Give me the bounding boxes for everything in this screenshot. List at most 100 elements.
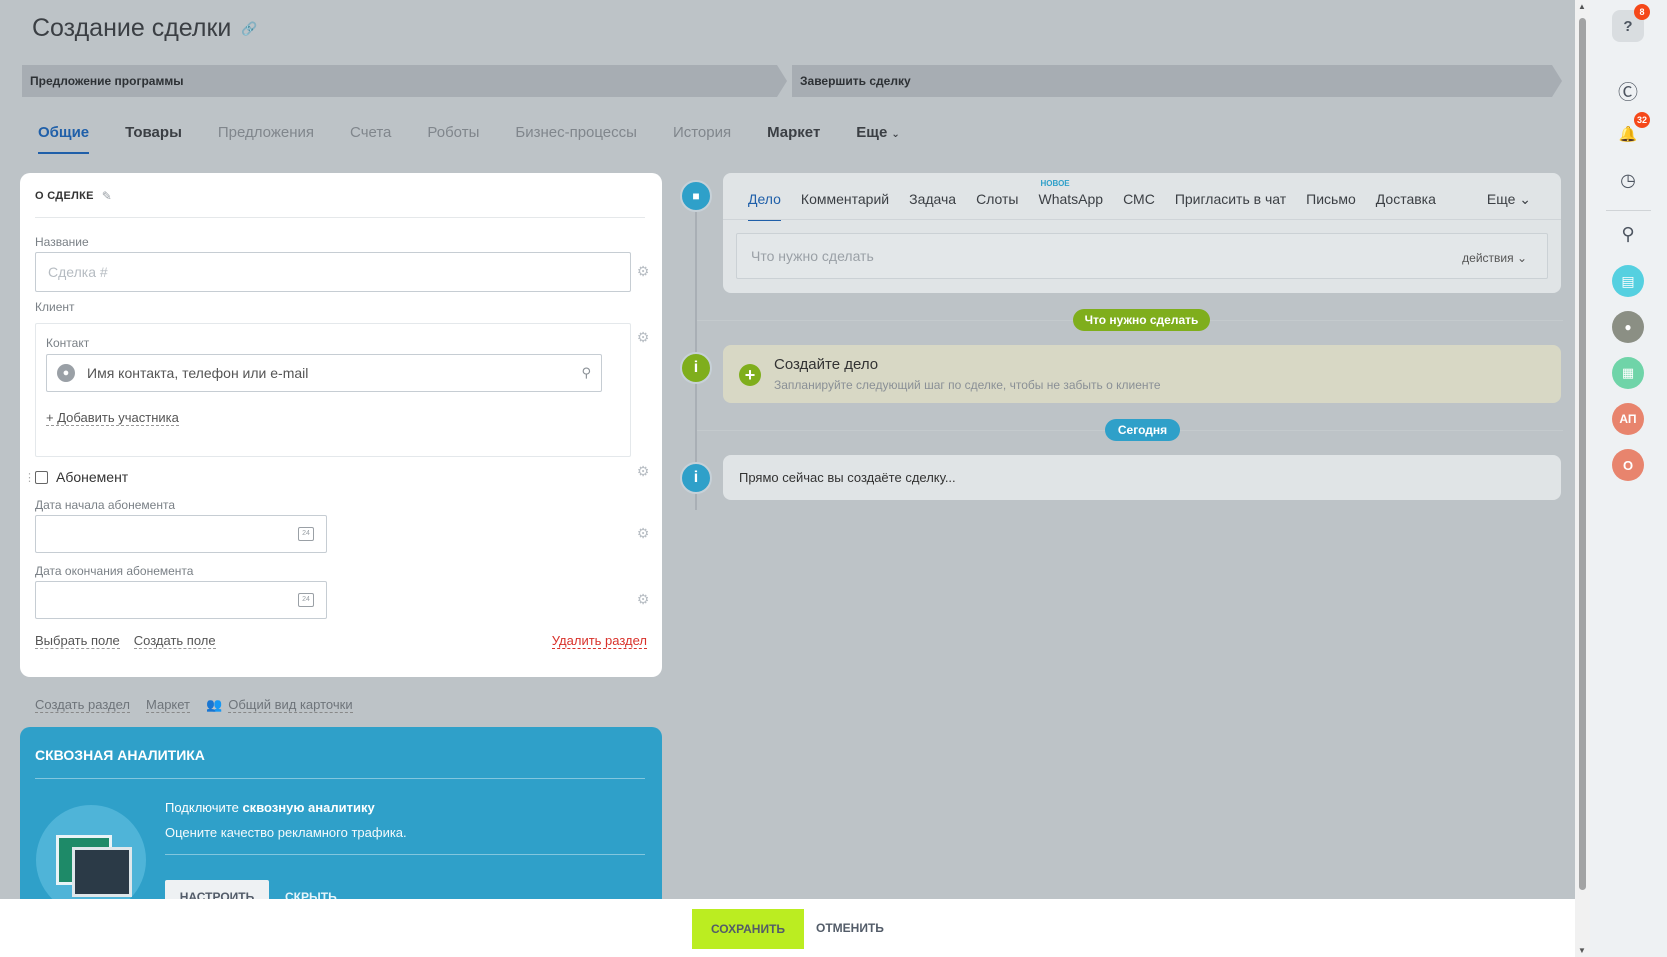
editor-tab-slots[interactable]: Слоты <box>976 191 1018 221</box>
gear-icon[interactable]: ⚙ <box>636 264 650 278</box>
start-date-label: Дата начала абонемента <box>35 498 175 512</box>
chat-list-icon[interactable]: ◷ <box>1612 164 1644 196</box>
subscription-checkbox-row[interactable]: Абонемент <box>35 469 128 485</box>
right-sidebar: ? 8 Ⓒ 🔔 32 ◷ ⚲ ▤ ● ▦ АП О <box>1590 0 1667 957</box>
calendar-icon[interactable]: 24 <box>298 527 314 541</box>
deal-name-input[interactable]: Сделка # <box>35 252 631 292</box>
create-activity-card: + Создайте дело Запланируйте следующий ш… <box>723 345 1561 403</box>
create-activity-title: Создайте дело <box>774 356 879 373</box>
divider <box>723 219 1561 220</box>
editor-tabs: Дело Комментарий Задача Слоты НОВОЕ Whats… <box>748 179 1456 221</box>
divider <box>35 778 645 779</box>
page: Создание сделки 🔗 Предложение программы … <box>0 0 1575 957</box>
tab-market[interactable]: Маркет <box>767 124 820 154</box>
avatar-ap[interactable]: АП <box>1612 403 1644 435</box>
card-header: О СДЕЛКЕ ✎ <box>35 189 113 203</box>
stage-finish-deal[interactable]: Завершить сделку <box>792 65 1562 97</box>
todo-input[interactable]: Что нужно сделать действия ⌄ <box>736 233 1548 279</box>
create-section-link[interactable]: Создать раздел <box>35 697 130 713</box>
open-lines-chat-icon[interactable]: ▤ <box>1612 265 1644 297</box>
chevron-down-icon: ⌄ <box>1519 191 1531 207</box>
editor-tab-sms[interactable]: СМС <box>1123 191 1155 221</box>
gear-icon[interactable]: ⚙ <box>636 592 650 606</box>
chat-bubble-icon: ■ <box>680 180 712 212</box>
editor-tab-email[interactable]: Письмо <box>1306 191 1356 221</box>
editor-tab-task[interactable]: Задача <box>909 191 956 221</box>
plus-icon[interactable]: + <box>739 364 761 386</box>
market-link[interactable]: Маркет <box>145 697 191 713</box>
help-badge: 8 <box>1634 4 1650 20</box>
end-date-label: Дата окончания абонемента <box>35 564 194 578</box>
divider <box>35 217 645 218</box>
bell-icon[interactable]: 🔔 32 <box>1612 112 1650 150</box>
start-date-input[interactable]: 24 <box>35 515 327 553</box>
tab-history[interactable]: История <box>673 124 731 154</box>
scrollbar[interactable]: ▲ ▼ <box>1575 0 1590 957</box>
tablet-chart-icon <box>72 847 132 897</box>
chevron-down-icon: ⌄ <box>891 129 900 140</box>
editor-more-button[interactable]: Еще ⌄ <box>1487 191 1531 208</box>
document-chat-icon[interactable]: ▦ <box>1612 357 1644 389</box>
analytics-subtext: Оцените качество рекламного трафика. <box>165 825 407 840</box>
create-activity-subtitle: Запланируйте следующий шаг по сделке, чт… <box>774 378 1161 392</box>
client-label: Клиент <box>35 300 75 314</box>
notifications-badge: 32 <box>1633 112 1650 128</box>
user-icon: ● <box>57 364 75 382</box>
analytics-text: Подключите сквозную аналитику <box>165 800 375 815</box>
avatar-o[interactable]: О <box>1612 449 1644 481</box>
todo-pill: Что нужно сделать <box>1073 309 1210 331</box>
add-participant-link[interactable]: + Добавить участника <box>46 410 179 426</box>
delete-section-link[interactable]: Удалить раздел <box>551 633 647 649</box>
tab-offers[interactable]: Предложения <box>218 124 314 154</box>
user-avatar[interactable]: ● <box>1612 311 1644 343</box>
tab-invoices[interactable]: Счета <box>350 124 391 154</box>
copilot-icon[interactable]: Ⓒ <box>1612 74 1644 106</box>
scroll-thumb[interactable] <box>1579 18 1586 890</box>
tab-general[interactable]: Общие <box>38 124 90 154</box>
section-links: Создать раздел Маркет 👥 Общий вид карточк… <box>35 697 353 713</box>
edit-pencil-icon[interactable]: ✎ <box>102 189 112 203</box>
create-field-link[interactable]: Создать поле <box>133 633 216 649</box>
editor-tab-activity[interactable]: Дело <box>748 191 781 221</box>
link-icon[interactable]: 🔗 <box>241 21 257 37</box>
analytics-title: СКВОЗНАЯ АНАЛИТИКА <box>35 747 205 763</box>
deal-info-card: О СДЕЛКЕ ✎ Название Сделка # ⚙ Клиент Ко… <box>20 173 662 677</box>
scroll-up-icon[interactable]: ▲ <box>1578 2 1586 11</box>
contact-search-input[interactable]: ● Имя контакта, телефон или e-mail ⚲ <box>46 354 602 392</box>
name-label: Название <box>35 235 89 249</box>
editor-tab-invite-chat[interactable]: Пригласить в чат <box>1175 191 1286 221</box>
save-button[interactable]: СОХРАНИТЬ <box>692 909 804 949</box>
activity-editor: Дело Комментарий Задача Слоты НОВОЕ Whats… <box>723 173 1561 293</box>
footer-bar: СОХРАНИТЬ ОТМЕНИТЬ <box>0 899 1575 957</box>
info-icon: i <box>680 352 712 384</box>
tab-robots[interactable]: Роботы <box>427 124 479 154</box>
cancel-button[interactable]: ОТМЕНИТЬ <box>816 921 884 935</box>
gear-icon[interactable]: ⚙ <box>636 526 650 540</box>
tab-products[interactable]: Товары <box>125 124 182 154</box>
editor-tab-whatsapp[interactable]: НОВОЕ WhatsApp <box>1038 179 1103 221</box>
deal-tabs: Общие Товары Предложения Счета Роботы Би… <box>38 124 936 154</box>
stage-bar: Предложение программы Завершить сделку <box>22 65 1562 97</box>
common-view-link[interactable]: 👥 Общий вид карточки <box>206 697 353 713</box>
scroll-down-icon[interactable]: ▼ <box>1578 946 1586 955</box>
today-pill: Сегодня <box>1105 419 1180 441</box>
stage-offer-program[interactable]: Предложение программы <box>22 65 787 97</box>
search-icon[interactable]: ⚲ <box>581 365 591 381</box>
actions-dropdown[interactable]: действия ⌄ <box>1462 251 1527 265</box>
gear-icon[interactable]: ⚙ <box>636 464 650 478</box>
card-field-links: Выбрать поле Создать поле <box>35 633 216 649</box>
tab-more[interactable]: Еще ⌄ <box>856 124 899 154</box>
gear-icon[interactable]: ⚙ <box>636 330 650 344</box>
editor-tab-delivery[interactable]: Доставка <box>1376 191 1436 221</box>
calendar-icon[interactable]: 24 <box>298 593 314 607</box>
select-field-link[interactable]: Выбрать поле <box>35 633 120 649</box>
search-icon[interactable]: ⚲ <box>1612 218 1644 250</box>
subscription-checkbox[interactable] <box>35 470 48 484</box>
end-date-input[interactable]: 24 <box>35 581 327 619</box>
editor-tab-comment[interactable]: Комментарий <box>801 191 889 221</box>
page-title: Создание сделки 🔗 <box>32 14 258 42</box>
people-icon: 👥 <box>206 697 223 712</box>
analytics-card: СКВОЗНАЯ АНАЛИТИКА Подключите сквозную а… <box>20 727 662 915</box>
help-icon[interactable]: ? 8 <box>1612 4 1650 42</box>
tab-business-processes[interactable]: Бизнес-процессы <box>515 124 637 154</box>
